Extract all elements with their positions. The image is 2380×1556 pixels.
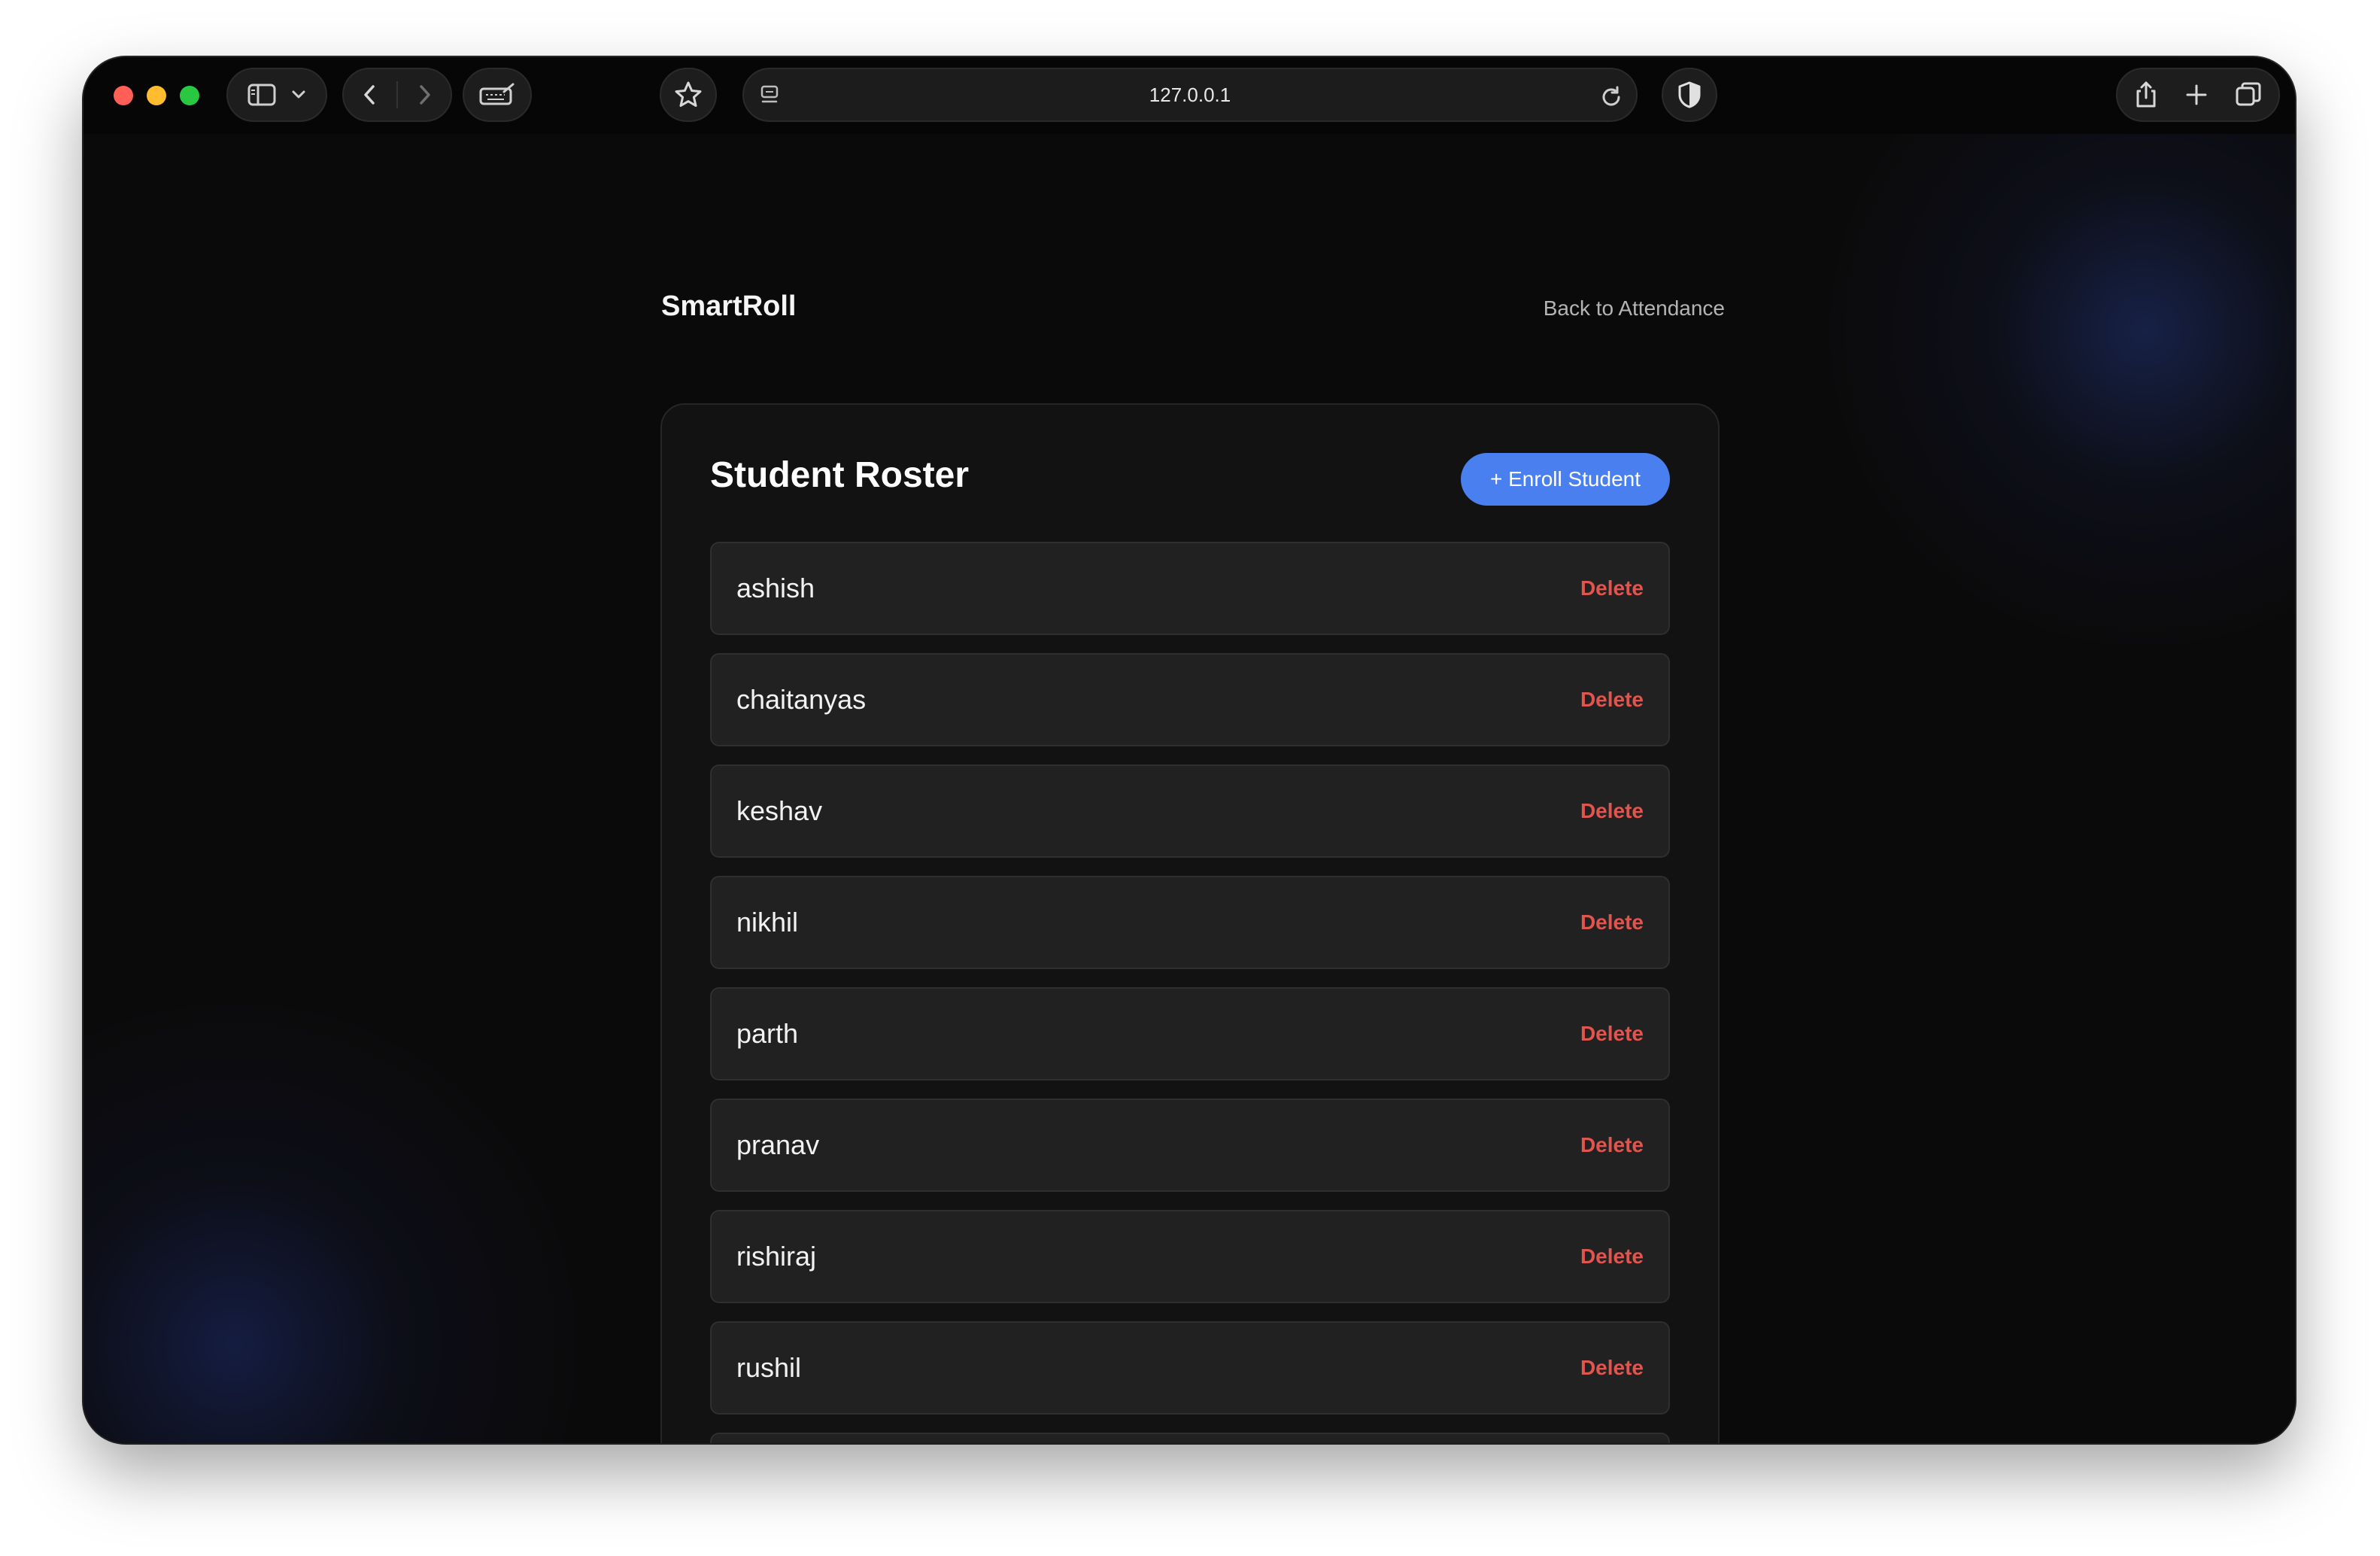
enroll-student-button[interactable]: + Enroll Student <box>1461 453 1670 506</box>
student-row: parth Delete <box>710 987 1670 1080</box>
delete-student-button[interactable]: Delete <box>1580 766 1644 856</box>
delete-student-button[interactable]: Delete <box>1580 543 1644 634</box>
card-title: Student Roster <box>710 455 970 495</box>
student-row: chaitanyas Delete <box>710 653 1670 746</box>
browser-window: 127.0.0.1 SmartRoll Back to Attendance S… <box>83 57 2295 1443</box>
nav-divider <box>396 81 398 108</box>
keyboard-icon <box>479 83 515 107</box>
student-name: rushil <box>736 1352 802 1383</box>
star-icon <box>673 80 703 110</box>
reload-icon[interactable] <box>1598 83 1624 112</box>
student-row: rushil Delete <box>710 1321 1670 1415</box>
delete-student-button[interactable]: Delete <box>1580 989 1644 1079</box>
shield-icon <box>1677 81 1702 109</box>
back-arrow-icon[interactable] <box>360 83 378 107</box>
minimize-window-button[interactable] <box>147 86 166 105</box>
page-content: SmartRoll Back to Attendance Student Ros… <box>83 134 2295 1443</box>
student-name: chaitanyas <box>736 684 867 715</box>
delete-student-button[interactable]: Delete <box>1580 1323 1644 1413</box>
student-row: rishiraj Delete <box>710 1210 1670 1303</box>
share-icon[interactable] <box>2133 80 2159 110</box>
address-bar[interactable]: 127.0.0.1 <box>742 68 1638 122</box>
student-row: ashish Delete <box>710 542 1670 635</box>
close-window-button[interactable] <box>114 86 133 105</box>
sidebar-icon <box>247 83 278 107</box>
url-text: 127.0.0.1 <box>1149 83 1231 106</box>
delete-student-button[interactable]: Delete <box>1580 1434 1644 1443</box>
back-to-attendance-link[interactable]: Back to Attendance <box>1544 296 1725 321</box>
student-row: keshav Delete <box>710 764 1670 858</box>
student-name: ashish <box>736 573 815 603</box>
delete-student-button[interactable]: Delete <box>1580 1211 1644 1302</box>
window-actions <box>2116 68 2280 122</box>
privacy-shield-button[interactable] <box>1662 68 1717 122</box>
student-name: nikhil <box>736 907 799 938</box>
student-name: keshav <box>736 795 823 826</box>
student-row: santosh Delete <box>710 1433 1670 1443</box>
keyboard-button[interactable] <box>463 68 532 122</box>
student-name: santosh <box>736 1434 831 1443</box>
browser-toolbar: 127.0.0.1 <box>83 57 2295 134</box>
brand-logo[interactable]: SmartRoll <box>661 290 796 323</box>
tab-overview-icon[interactable] <box>2234 81 2263 109</box>
student-roster-card: Student Roster + Enroll Student ashish D… <box>660 403 1720 1443</box>
student-row: nikhil Delete <box>710 876 1670 969</box>
student-name: rishiraj <box>736 1241 817 1272</box>
history-navigation <box>342 68 452 122</box>
maximize-window-button[interactable] <box>180 86 199 105</box>
delete-student-button[interactable]: Delete <box>1580 1100 1644 1190</box>
student-row: pranav Delete <box>710 1099 1670 1192</box>
chevron-down-icon <box>291 90 306 100</box>
delete-student-button[interactable]: Delete <box>1580 877 1644 968</box>
forward-arrow-icon[interactable] <box>416 83 434 107</box>
delete-student-button[interactable]: Delete <box>1580 655 1644 745</box>
student-name: parth <box>736 1018 799 1049</box>
bookmark-button[interactable] <box>660 68 717 122</box>
new-tab-plus-icon[interactable] <box>2184 83 2208 107</box>
sidebar-toggle-button[interactable] <box>226 68 327 122</box>
student-name: pranav <box>736 1129 820 1160</box>
